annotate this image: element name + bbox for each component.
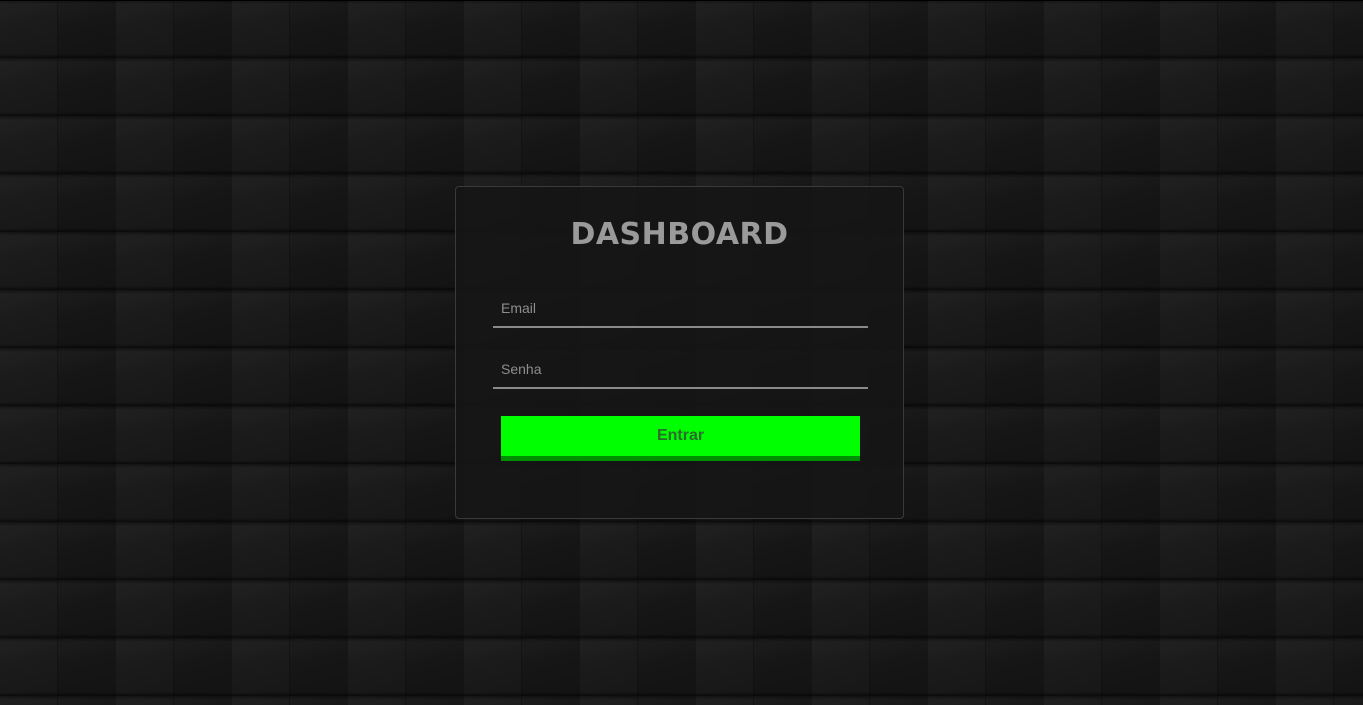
email-field[interactable]: [493, 290, 868, 328]
password-field[interactable]: [493, 351, 868, 389]
login-button[interactable]: Entrar: [501, 416, 860, 461]
login-card: DASHBOARD Entrar: [455, 186, 904, 519]
top-border: [0, 0, 1363, 1]
page-title: DASHBOARD: [570, 217, 789, 252]
